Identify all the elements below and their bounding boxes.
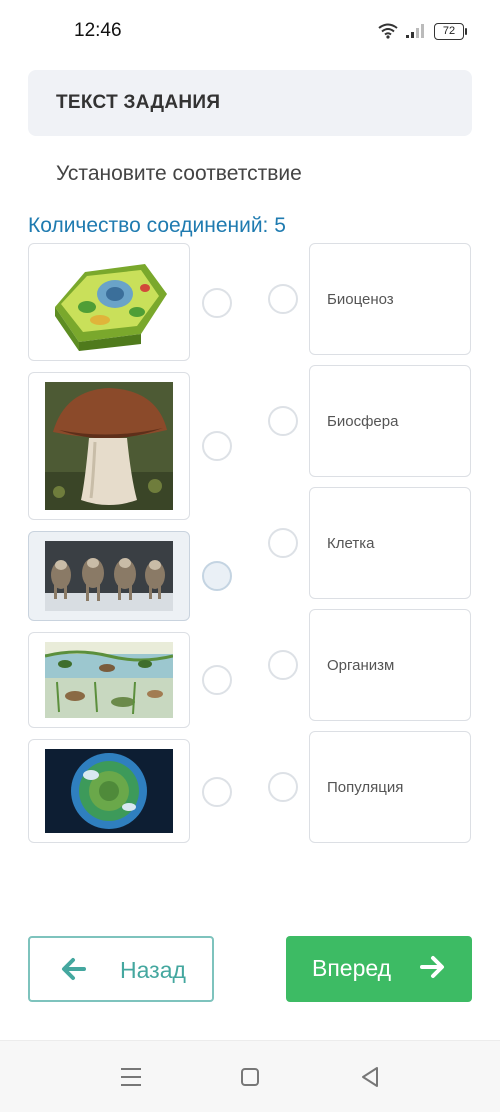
left-connector-5[interactable]	[202, 777, 232, 807]
arrow-left-icon	[62, 958, 86, 980]
left-item-mushroom[interactable]	[28, 372, 190, 520]
task-header-panel: ТЕКСТ ЗАДАНИЯ	[28, 70, 472, 136]
right-connector-3[interactable]	[268, 528, 298, 558]
right-item-population[interactable]: Популяция	[309, 731, 471, 843]
right-connector-4[interactable]	[268, 650, 298, 680]
right-item-cell[interactable]: Клетка	[309, 487, 471, 599]
back-button[interactable]: Назад	[28, 936, 214, 1002]
right-item-label: Клетка	[327, 535, 375, 552]
task-instruction: Установите соответствие	[56, 162, 302, 185]
left-connector-3[interactable]	[202, 561, 232, 591]
arrow-right-icon	[420, 956, 444, 978]
plant-cell-image	[55, 264, 167, 351]
back-nav-icon[interactable]	[360, 1066, 380, 1088]
earth-globe-image	[45, 749, 173, 833]
connections-count: Количество соединений: 5	[28, 214, 286, 237]
back-button-label: Назад	[120, 957, 186, 983]
menu-icon[interactable]	[120, 1067, 142, 1087]
status-time: 12:46	[74, 20, 122, 41]
left-item-earth[interactable]	[28, 739, 190, 843]
right-item-label: Организм	[327, 657, 395, 674]
right-item-label: Биоценоз	[327, 291, 394, 308]
next-button-label: Вперед	[312, 955, 392, 981]
home-icon[interactable]	[240, 1067, 260, 1087]
right-item-organism[interactable]: Организм	[309, 609, 471, 721]
next-button[interactable]: Вперед	[286, 936, 472, 1002]
task-title: ТЕКСТ ЗАДАНИЯ	[56, 92, 221, 113]
signal-icon	[406, 24, 424, 38]
wolves-image	[45, 541, 173, 611]
pond-ecosystem-image	[45, 642, 173, 718]
right-connector-2[interactable]	[268, 406, 298, 436]
wifi-icon	[378, 23, 398, 39]
right-item-biosphere[interactable]: Биосфера	[309, 365, 471, 477]
right-item-label: Биосфера	[327, 413, 399, 430]
mushroom-image	[45, 382, 173, 510]
system-nav-bar	[0, 1040, 500, 1112]
right-connector-5[interactable]	[268, 772, 298, 802]
left-item-wolves[interactable]	[28, 531, 190, 621]
battery-indicator: 72	[434, 22, 467, 40]
right-item-biocenosis[interactable]: Биоценоз	[309, 243, 471, 355]
status-icons: 72	[378, 20, 467, 42]
left-item-pond[interactable]	[28, 632, 190, 728]
left-item-cell[interactable]	[28, 243, 190, 361]
left-connector-2[interactable]	[202, 431, 232, 461]
right-connector-1[interactable]	[268, 284, 298, 314]
left-connector-4[interactable]	[202, 665, 232, 695]
left-connector-1[interactable]	[202, 288, 232, 318]
right-item-label: Популяция	[327, 779, 404, 796]
